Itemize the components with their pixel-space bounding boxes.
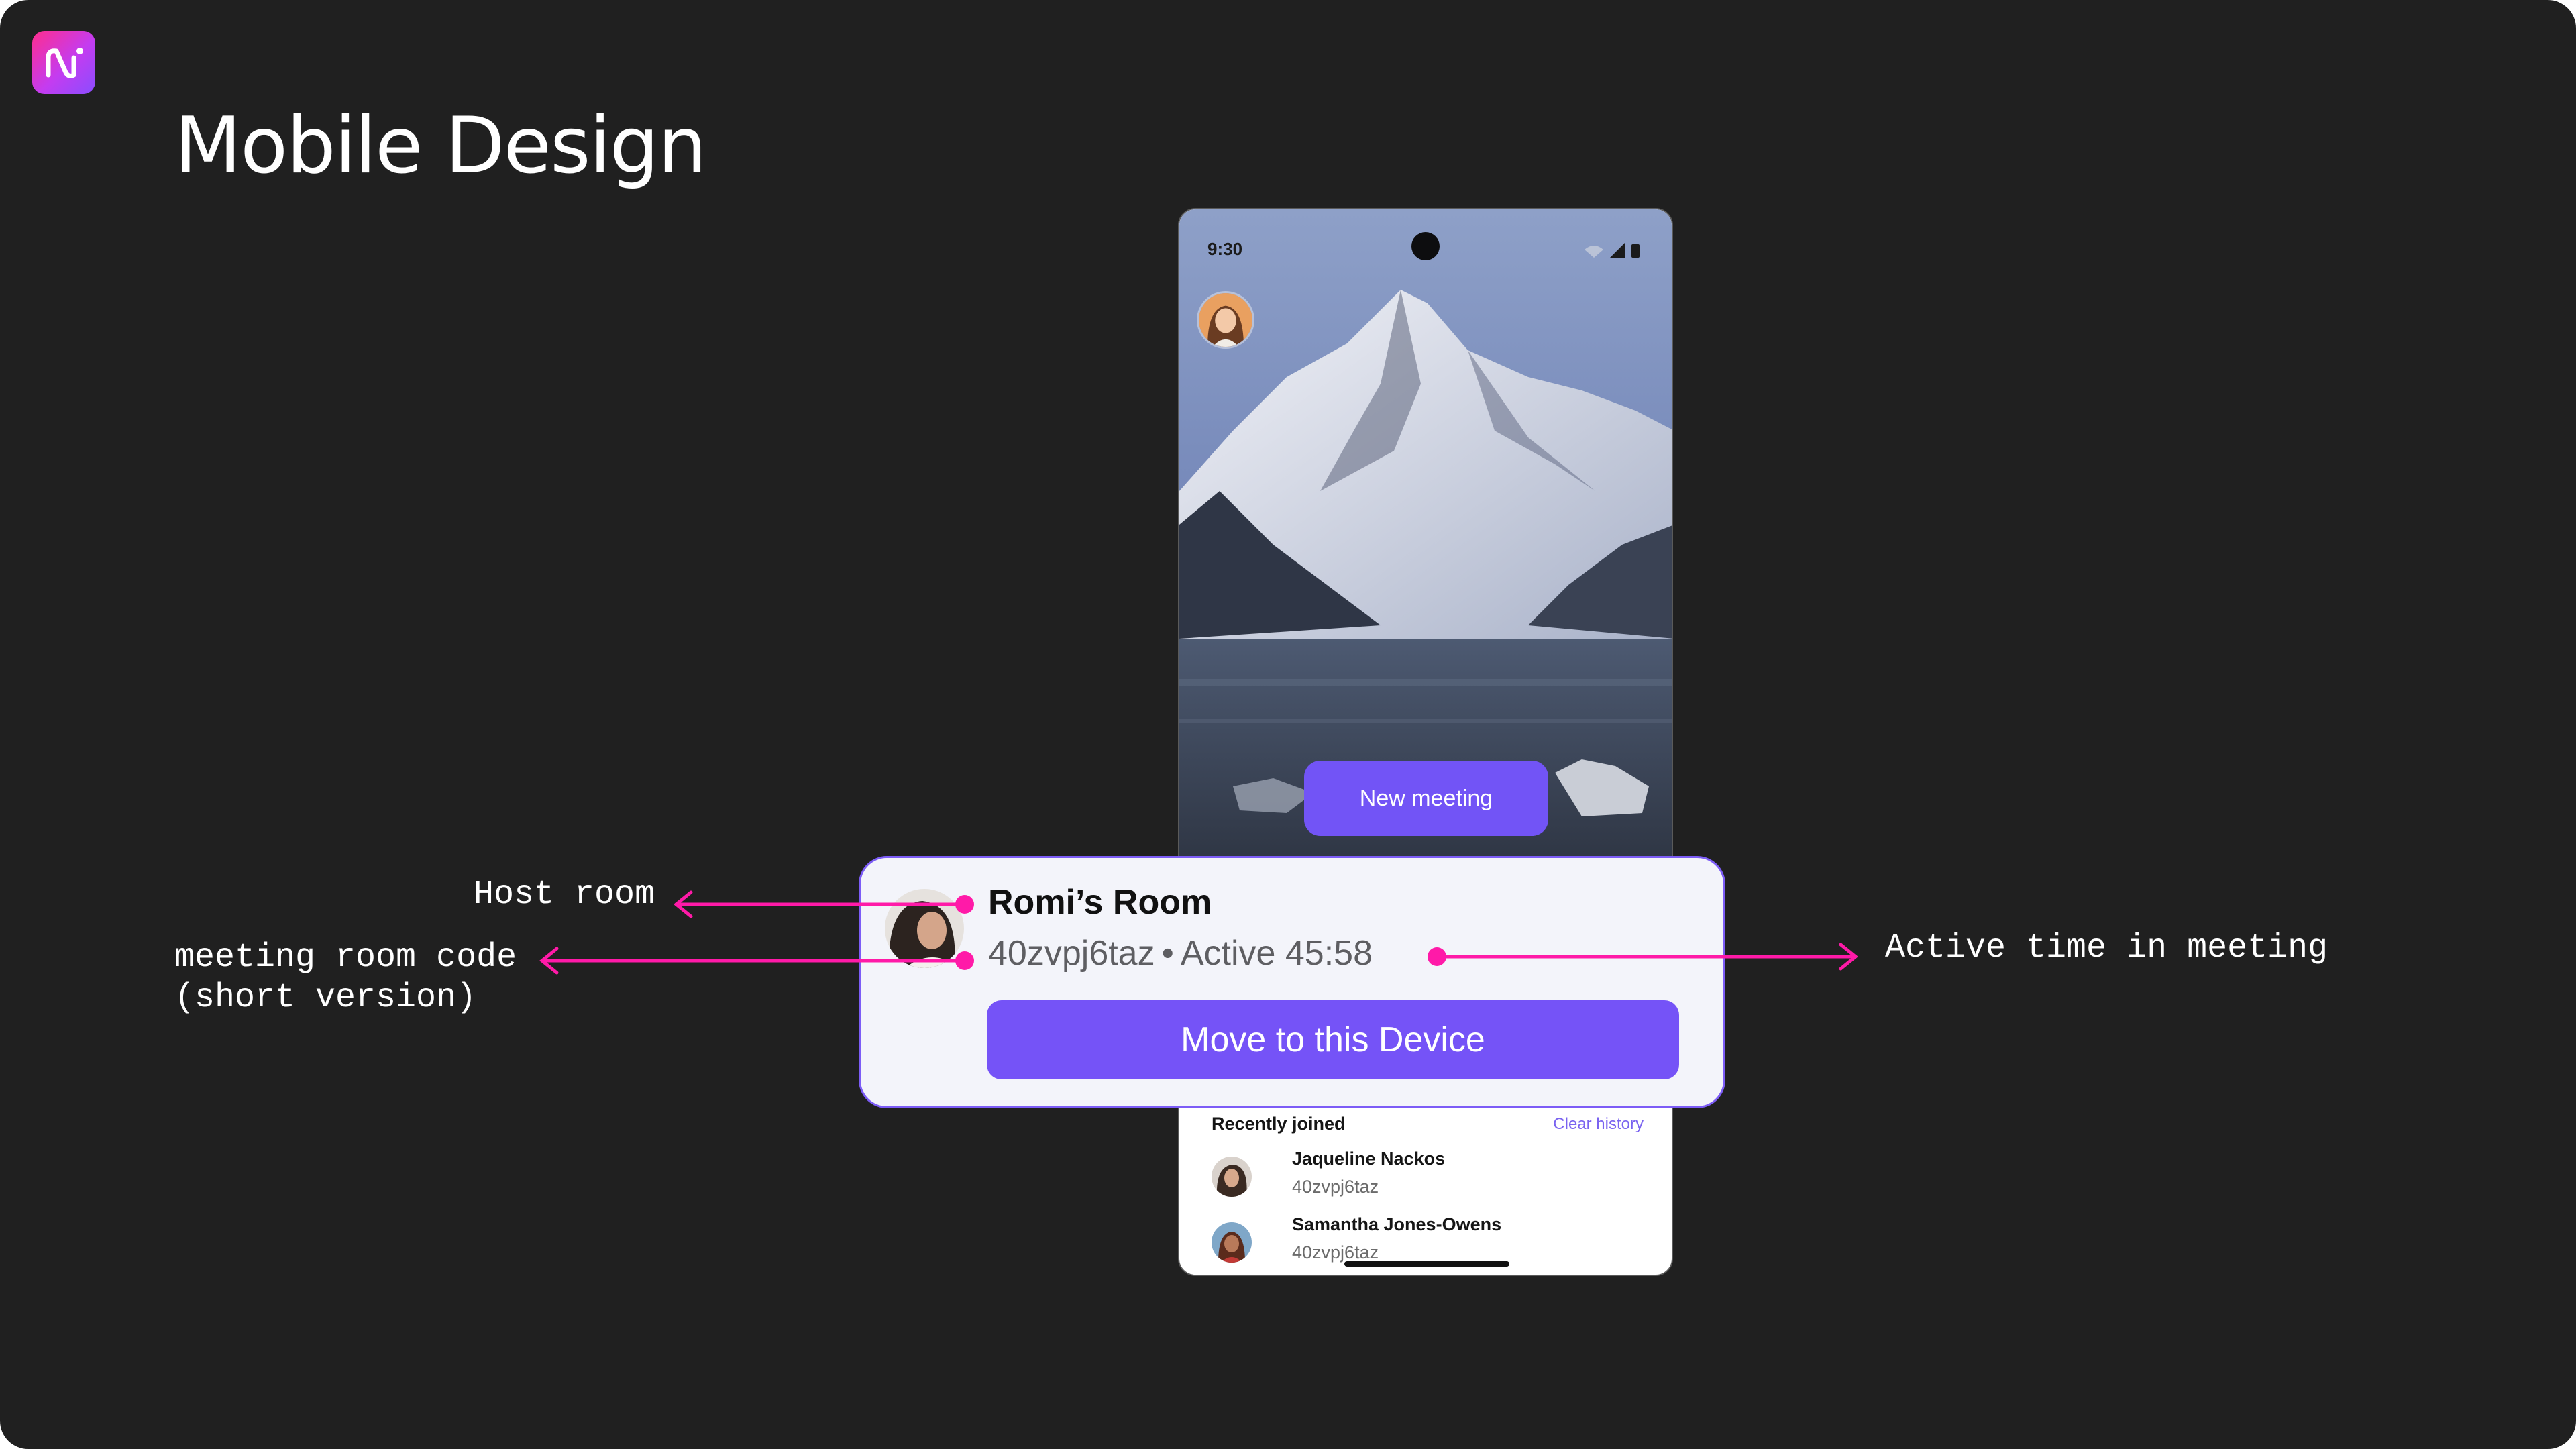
status-time: 9:30: [1208, 239, 1243, 259]
room-details: 40zvpj6taz • Active 45:58: [988, 933, 1373, 973]
host-avatar: [885, 889, 964, 968]
active-time-arrowhead: [1839, 943, 1858, 971]
slide-title: Mobile Design: [174, 101, 707, 191]
front-camera: [1411, 232, 1440, 260]
recent-name: Jaqueline Nackos: [1292, 1148, 1446, 1169]
active-time: Active 45:58: [1180, 934, 1373, 973]
host-room-arrowhead: [674, 890, 693, 918]
annotation-room-code-line1: meeting room code: [174, 938, 517, 977]
clear-history-link[interactable]: Clear history: [1553, 1115, 1644, 1134]
recent-name: Samantha Jones-Owens: [1292, 1214, 1502, 1234]
room-code: 40zvpj6taz: [988, 934, 1155, 973]
recent-code: 40zvpj6taz: [1292, 1177, 1379, 1197]
slide: Mobile Design 9:30 New meeting Recently …: [0, 0, 2576, 1449]
avatar: [1212, 1157, 1252, 1197]
annotation-active-time: Active time in meeting: [1885, 929, 2328, 967]
avatar: [1212, 1222, 1252, 1263]
new-meeting-button[interactable]: New meeting: [1304, 761, 1548, 836]
room-name: Romi’s Room: [988, 883, 1212, 922]
annotation-host-room: Host room: [474, 875, 655, 914]
move-to-device-button[interactable]: Move to this Device: [987, 1000, 1679, 1079]
home-indicator: [1344, 1261, 1509, 1267]
list-item[interactable]: Jaqueline Nackos 40zvpj6taz: [1206, 1146, 1635, 1206]
separator-dot: •: [1161, 934, 1174, 973]
recently-joined-heading: Recently joined: [1212, 1114, 1346, 1134]
room-code-arrowhead: [539, 947, 559, 975]
annotation-room-code-line2: (short version): [174, 979, 477, 1017]
status-icons: [1585, 243, 1640, 258]
phone-mockup: 9:30 New meeting Recently joined Clear h…: [1178, 208, 1673, 1276]
user-avatar[interactable]: [1197, 291, 1254, 349]
recent-code: 40zvpj6taz: [1292, 1242, 1379, 1263]
app-logo: [32, 31, 95, 94]
active-room-card: Romi’s Room 40zvpj6taz • Active 45:58 Move…: [859, 856, 1725, 1108]
